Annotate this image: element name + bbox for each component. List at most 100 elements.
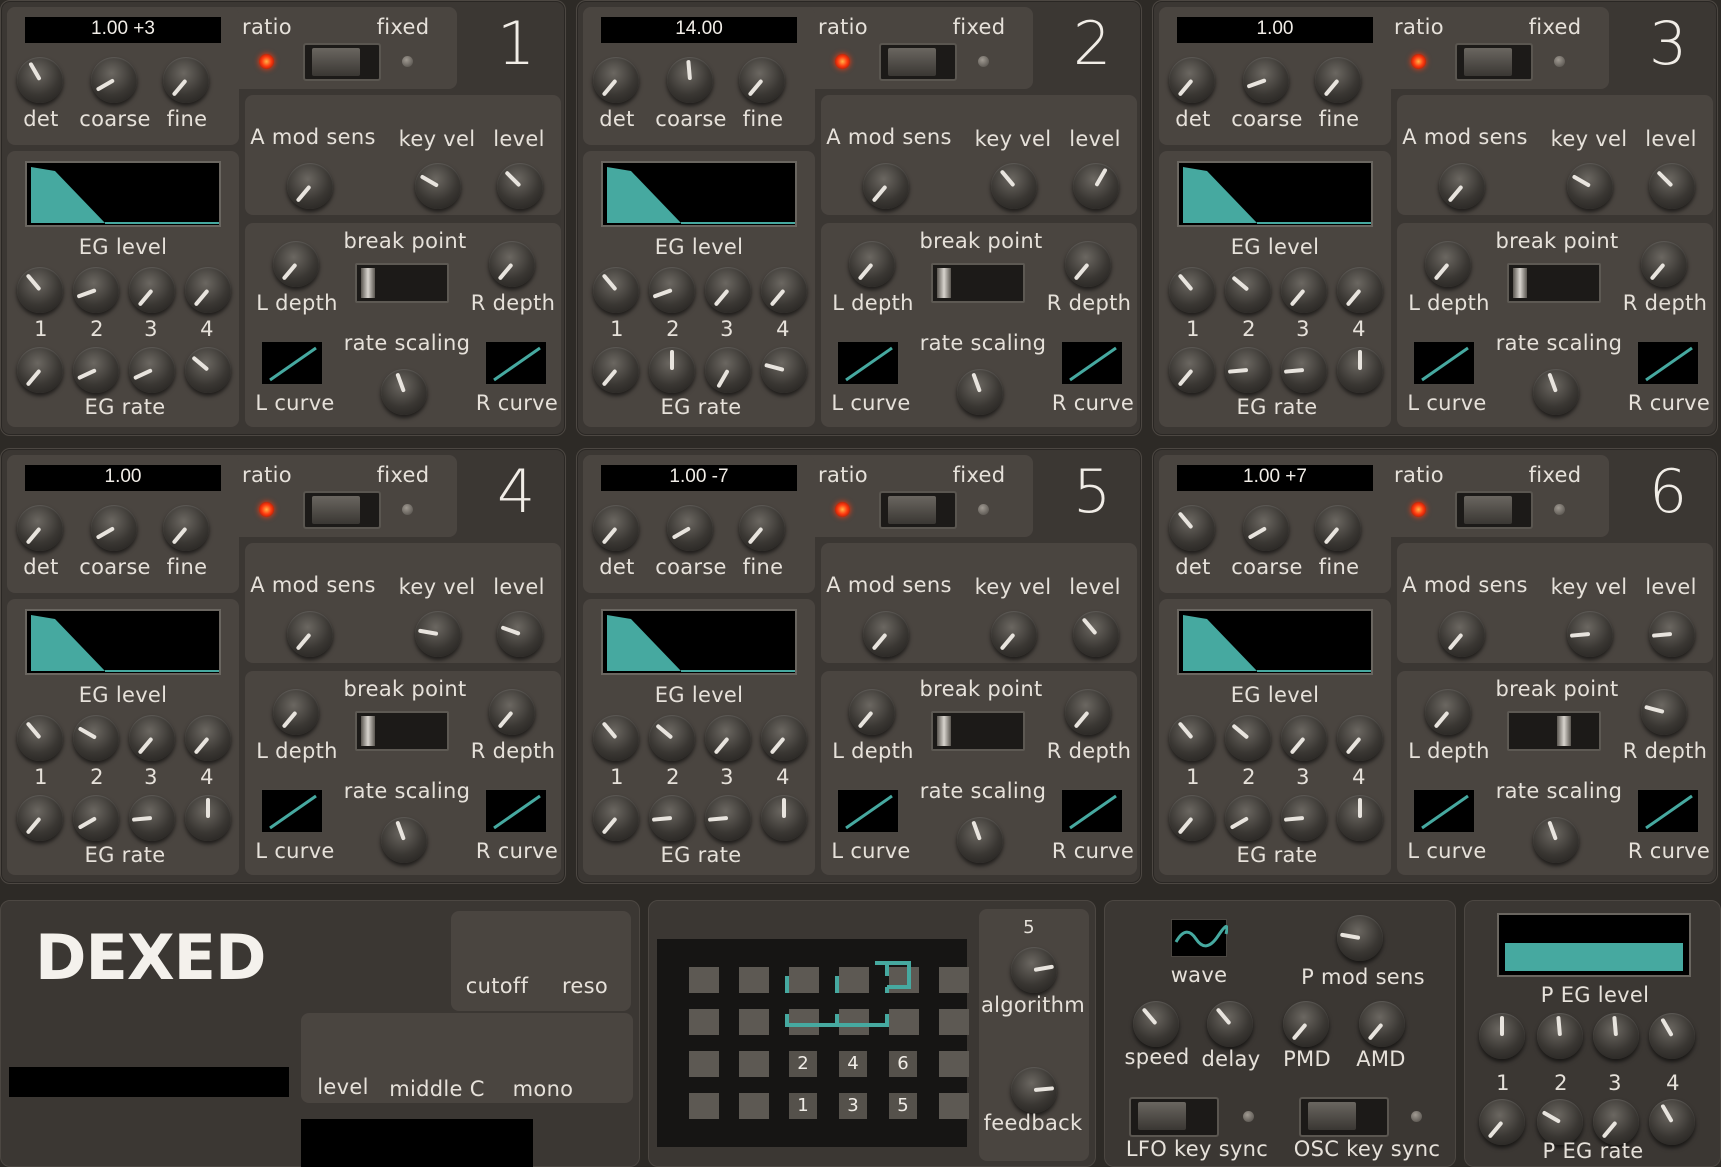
det-knob[interactable] [593, 505, 639, 551]
a-mod-sens-knob[interactable] [287, 163, 333, 209]
key-vel-knob[interactable] [1567, 611, 1613, 657]
eg-level-2-knob[interactable] [1225, 715, 1271, 761]
r-depth-knob[interactable] [489, 241, 535, 287]
fine-knob[interactable] [163, 505, 209, 551]
eg-rate-2-knob[interactable] [1225, 795, 1271, 841]
eg-rate-4-knob[interactable] [1337, 795, 1383, 841]
eg-rate-1-knob[interactable] [17, 795, 63, 841]
coarse-knob[interactable] [91, 57, 137, 103]
r-curve-display[interactable] [1061, 341, 1123, 385]
key-vel-knob[interactable] [991, 163, 1037, 209]
eg-level-4-knob[interactable] [1337, 267, 1383, 313]
eg-level-4-knob[interactable] [761, 715, 807, 761]
coarse-knob[interactable] [91, 505, 137, 551]
eg-rate-3-knob[interactable] [129, 347, 175, 393]
eg-level-1-knob[interactable] [1169, 715, 1215, 761]
level-knob[interactable] [1073, 611, 1119, 657]
det-knob[interactable] [17, 505, 63, 551]
eg-rate-2-knob[interactable] [649, 347, 695, 393]
eg-rate-3-knob[interactable] [705, 347, 751, 393]
l-depth-knob[interactable] [849, 689, 895, 735]
program-display[interactable] [9, 1067, 289, 1097]
a-mod-sens-knob[interactable] [1439, 163, 1485, 209]
eg-level-3-knob[interactable] [705, 267, 751, 313]
r-curve-display[interactable] [485, 341, 547, 385]
ratio-fixed-switch[interactable] [303, 491, 381, 529]
eg-rate-4-knob[interactable] [1337, 347, 1383, 393]
eg-rate-1-knob[interactable] [1169, 795, 1215, 841]
ratio-fixed-switch[interactable] [879, 491, 957, 529]
r-depth-knob[interactable] [489, 689, 535, 735]
eg-level-4-knob[interactable] [1337, 715, 1383, 761]
det-knob[interactable] [1169, 505, 1215, 551]
coarse-knob[interactable] [667, 505, 713, 551]
eg-rate-2-knob[interactable] [73, 795, 119, 841]
key-vel-knob[interactable] [415, 611, 461, 657]
eg-rate-4-knob[interactable] [185, 347, 231, 393]
eg-rate-3-knob[interactable] [1281, 795, 1327, 841]
det-knob[interactable] [593, 57, 639, 103]
break-point-slider[interactable] [1507, 711, 1601, 751]
eg-rate-1-knob[interactable] [593, 795, 639, 841]
ratio-fixed-switch[interactable] [1455, 43, 1533, 81]
l-curve-display[interactable] [1413, 341, 1475, 385]
level-knob[interactable] [1649, 611, 1695, 657]
eg-level-3-knob[interactable] [129, 267, 175, 313]
l-curve-display[interactable] [261, 789, 323, 833]
eg-rate-1-knob[interactable] [17, 347, 63, 393]
p-mod-sens-knob[interactable] [1337, 915, 1383, 961]
eg-level-3-knob[interactable] [1281, 715, 1327, 761]
break-point-slider[interactable] [1507, 263, 1601, 303]
eg-level-2-knob[interactable] [73, 715, 119, 761]
eg-rate-2-knob[interactable] [649, 795, 695, 841]
eg-level-2-knob[interactable] [1225, 267, 1271, 313]
lfo-key-sync-toggle[interactable] [1129, 1097, 1219, 1137]
amd-knob[interactable] [1359, 1001, 1405, 1047]
l-depth-knob[interactable] [1425, 689, 1471, 735]
eg-level-2-knob[interactable] [649, 267, 695, 313]
algorithm-knob[interactable] [1011, 947, 1057, 993]
rate-scaling-knob[interactable] [1533, 817, 1579, 863]
fine-knob[interactable] [1315, 57, 1361, 103]
eg-level-1-knob[interactable] [17, 267, 63, 313]
eg-rate-3-knob[interactable] [1281, 347, 1327, 393]
key-vel-knob[interactable] [991, 611, 1037, 657]
cartridge-display[interactable] [301, 1119, 533, 1167]
eg-level-4-knob[interactable] [185, 715, 231, 761]
fine-knob[interactable] [163, 57, 209, 103]
r-depth-knob[interactable] [1065, 241, 1111, 287]
delay-knob[interactable] [1207, 1001, 1253, 1047]
eg-level-1-knob[interactable] [593, 715, 639, 761]
rate-scaling-knob[interactable] [1533, 369, 1579, 415]
eg-level-2-knob[interactable] [73, 267, 119, 313]
rate-scaling-knob[interactable] [957, 369, 1003, 415]
eg-rate-3-knob[interactable] [705, 795, 751, 841]
l-curve-display[interactable] [261, 341, 323, 385]
r-depth-knob[interactable] [1065, 689, 1111, 735]
eg-rate-1-knob[interactable] [1169, 347, 1215, 393]
ratio-fixed-switch[interactable] [303, 43, 381, 81]
l-depth-knob[interactable] [1425, 241, 1471, 287]
det-knob[interactable] [17, 57, 63, 103]
eg-level-1-knob[interactable] [17, 715, 63, 761]
fine-knob[interactable] [739, 57, 785, 103]
level-knob[interactable] [497, 611, 543, 657]
eg-rate-4-knob[interactable] [761, 795, 807, 841]
l-depth-knob[interactable] [849, 241, 895, 287]
key-vel-knob[interactable] [1567, 163, 1613, 209]
pmd-knob[interactable] [1283, 1001, 1329, 1047]
coarse-knob[interactable] [1243, 505, 1289, 551]
eg-rate-3-knob[interactable] [129, 795, 175, 841]
break-point-slider[interactable] [931, 263, 1025, 303]
feedback-knob[interactable] [1011, 1067, 1057, 1113]
speed-knob[interactable] [1133, 1001, 1179, 1047]
eg-level-3-knob[interactable] [705, 715, 751, 761]
p-eg-level-4-knob[interactable] [1649, 1013, 1695, 1059]
level-knob[interactable] [1649, 163, 1695, 209]
rate-scaling-knob[interactable] [381, 817, 427, 863]
eg-level-3-knob[interactable] [1281, 267, 1327, 313]
l-depth-knob[interactable] [273, 689, 319, 735]
level-knob[interactable] [1073, 163, 1119, 209]
eg-level-4-knob[interactable] [761, 267, 807, 313]
eg-level-1-knob[interactable] [1169, 267, 1215, 313]
